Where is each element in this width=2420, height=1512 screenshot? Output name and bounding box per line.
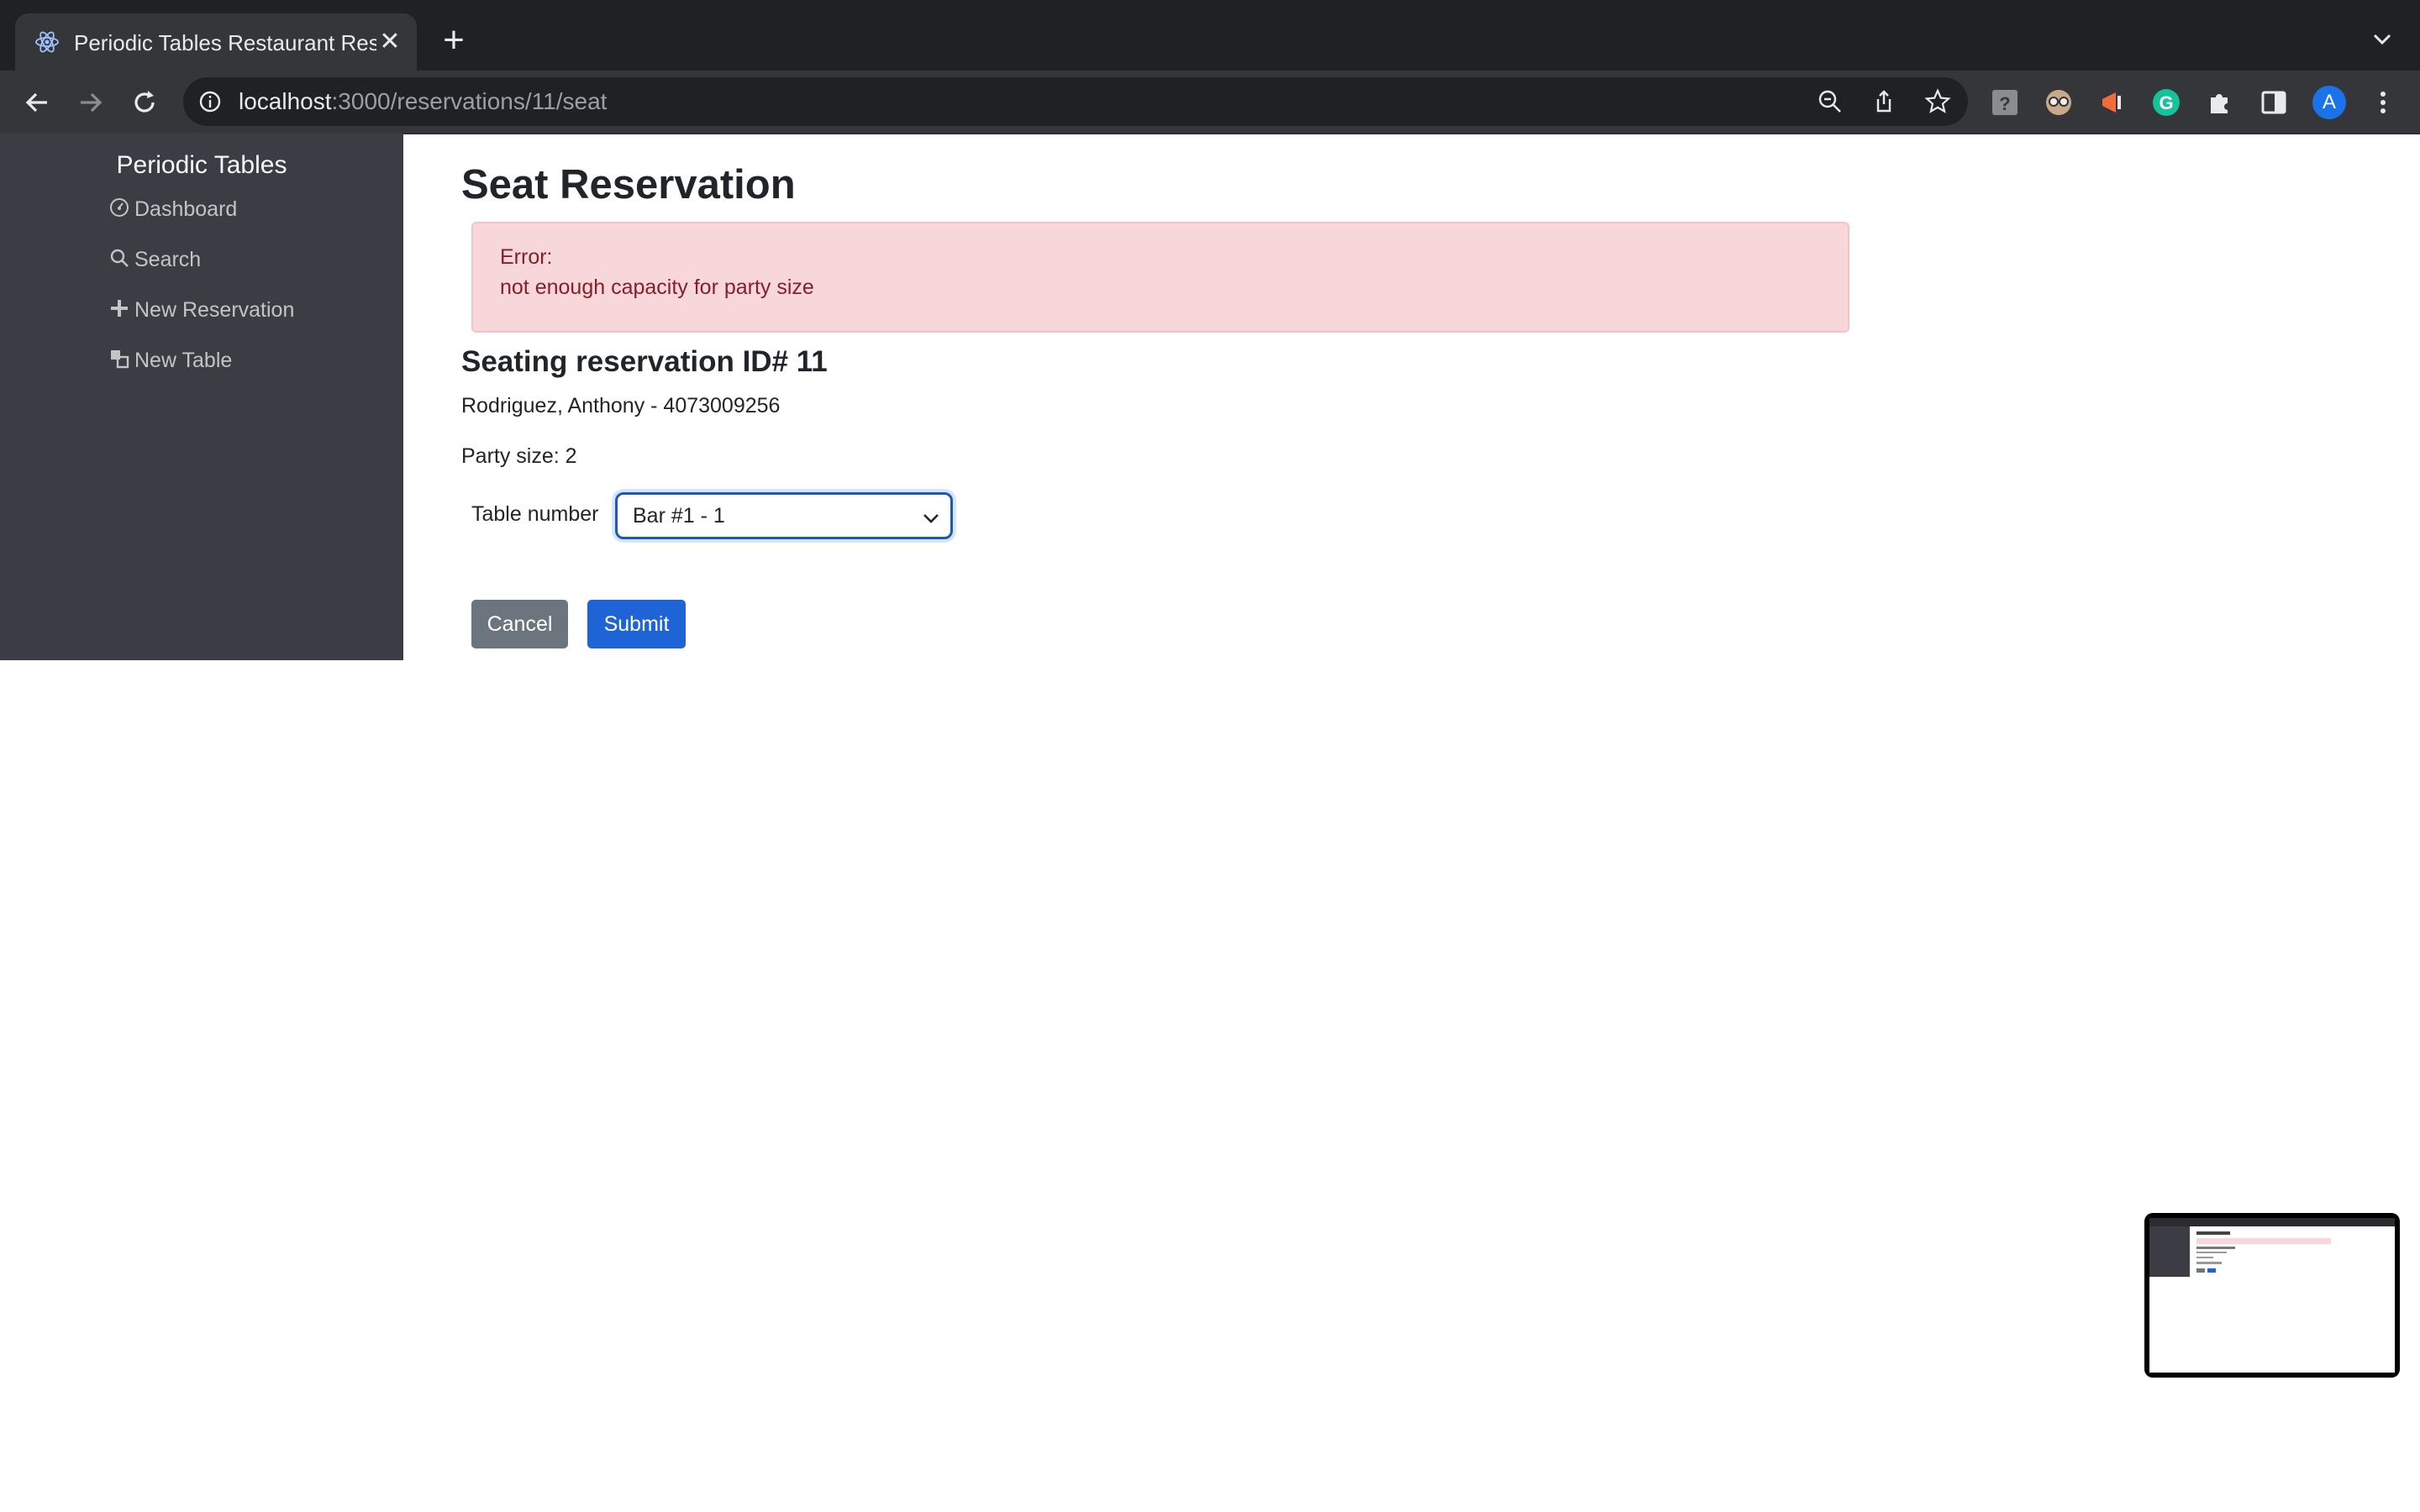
extension-help-icon[interactable]: ? [1990, 87, 2020, 118]
back-arrow-icon[interactable] [20, 86, 54, 119]
plus-icon [111, 300, 128, 317]
url-host: localhost [239, 88, 332, 114]
browser-toolbar: localhost:3000/reservations/11/seat ? G … [0, 71, 2420, 134]
url-path: :3000/reservations/11/seat [331, 88, 608, 114]
zoom-out-icon[interactable] [1817, 88, 1844, 115]
sidebar-item-label: New Table [134, 349, 233, 372]
bookmark-star-icon[interactable] [1924, 88, 1951, 115]
thumbnail-page [2149, 1218, 2395, 1373]
svg-text:?: ? [1999, 93, 2010, 114]
sidebar-item-label: Dashboard [134, 197, 238, 221]
dashboard-icon [110, 198, 129, 217]
extensions-puzzle-icon[interactable] [2205, 87, 2235, 118]
extension-megaphone-icon[interactable] [2097, 87, 2128, 118]
sidebar-item-new-reservation[interactable]: New Reservation [109, 289, 294, 331]
thumbnail-button [2196, 1268, 2205, 1273]
thumbnail-sidebar [2149, 1226, 2190, 1277]
thumbnail-line [2196, 1247, 2235, 1249]
error-heading: Error: [500, 245, 553, 269]
error-alert: Error: not enough capacity for party siz… [471, 222, 1849, 333]
url-text: localhost:3000/reservations/11/seat [239, 88, 607, 115]
thumbnail-line [2196, 1257, 2213, 1258]
sidebar-item-label: New Reservation [134, 298, 295, 322]
grammarly-icon[interactable]: G [2151, 87, 2181, 118]
cancel-button[interactable]: Cancel [471, 600, 568, 648]
table-number-value: Bar #1 - 1 [633, 504, 725, 528]
svg-text:G: G [2159, 92, 2173, 113]
chevron-down-icon [923, 514, 939, 523]
react-favicon-icon [35, 31, 59, 53]
table-number-select[interactable]: Bar #1 - 1 [615, 492, 953, 539]
thumbnail-title [2196, 1231, 2230, 1235]
thumbnail-alert [2196, 1238, 2331, 1244]
forward-arrow-icon[interactable] [74, 86, 108, 119]
extension-glasses-icon[interactable] [2044, 87, 2074, 118]
address-bar[interactable]: localhost:3000/reservations/11/seat [183, 77, 1968, 126]
table-number-label: Table number [471, 502, 599, 526]
tab-search-chevron-icon[interactable] [2368, 25, 2396, 54]
tab-title: Periodic Tables Restaurant Res [74, 30, 376, 55]
thumbnail-line [2196, 1252, 2227, 1253]
main-content: Seat Reservation Error: not enough capac… [403, 133, 2420, 670]
search-icon [110, 249, 129, 267]
sidebar: Periodic Tables Dashboard Search New Res… [0, 133, 403, 660]
sidebar-item-search[interactable]: Search [109, 239, 201, 281]
section-title: Seating reservation ID# 11 [461, 345, 828, 378]
sidebar-item-dashboard[interactable]: Dashboard [109, 188, 237, 230]
reload-icon[interactable] [128, 86, 161, 119]
error-message: not enough capacity for party size [500, 276, 814, 299]
party-size: Party size: 2 [461, 444, 577, 468]
sidebar-item-new-table[interactable]: New Table [109, 339, 232, 381]
thumbnail-chrome [2149, 1218, 2395, 1226]
side-panel-icon[interactable] [2259, 87, 2289, 118]
submit-button[interactable]: Submit [587, 600, 686, 648]
profile-avatar[interactable]: A [2312, 86, 2346, 119]
sidebar-item-label: Search [134, 248, 202, 271]
thumbnail-line [2196, 1262, 2222, 1264]
brand-title[interactable]: Periodic Tables [0, 144, 403, 186]
tab-close-icon[interactable]: ✕ [376, 29, 403, 55]
site-info-icon[interactable] [197, 88, 224, 115]
guest-info: Rodriguez, Anthony - 4073009256 [461, 394, 781, 417]
screenshot-preview-thumbnail[interactable] [2144, 1213, 2400, 1378]
new-tab-icon[interactable]: + [437, 22, 471, 59]
layers-icon [111, 350, 129, 369]
browser-tab-active[interactable]: Periodic Tables Restaurant Res ✕ [15, 13, 417, 71]
share-icon[interactable] [1870, 88, 1897, 115]
tab-strip: Periodic Tables Restaurant Res ✕ + [0, 0, 2420, 71]
thumbnail-button [2207, 1268, 2216, 1273]
kebab-menu-icon[interactable] [2368, 87, 2398, 118]
page-title: Seat Reservation [461, 162, 796, 207]
